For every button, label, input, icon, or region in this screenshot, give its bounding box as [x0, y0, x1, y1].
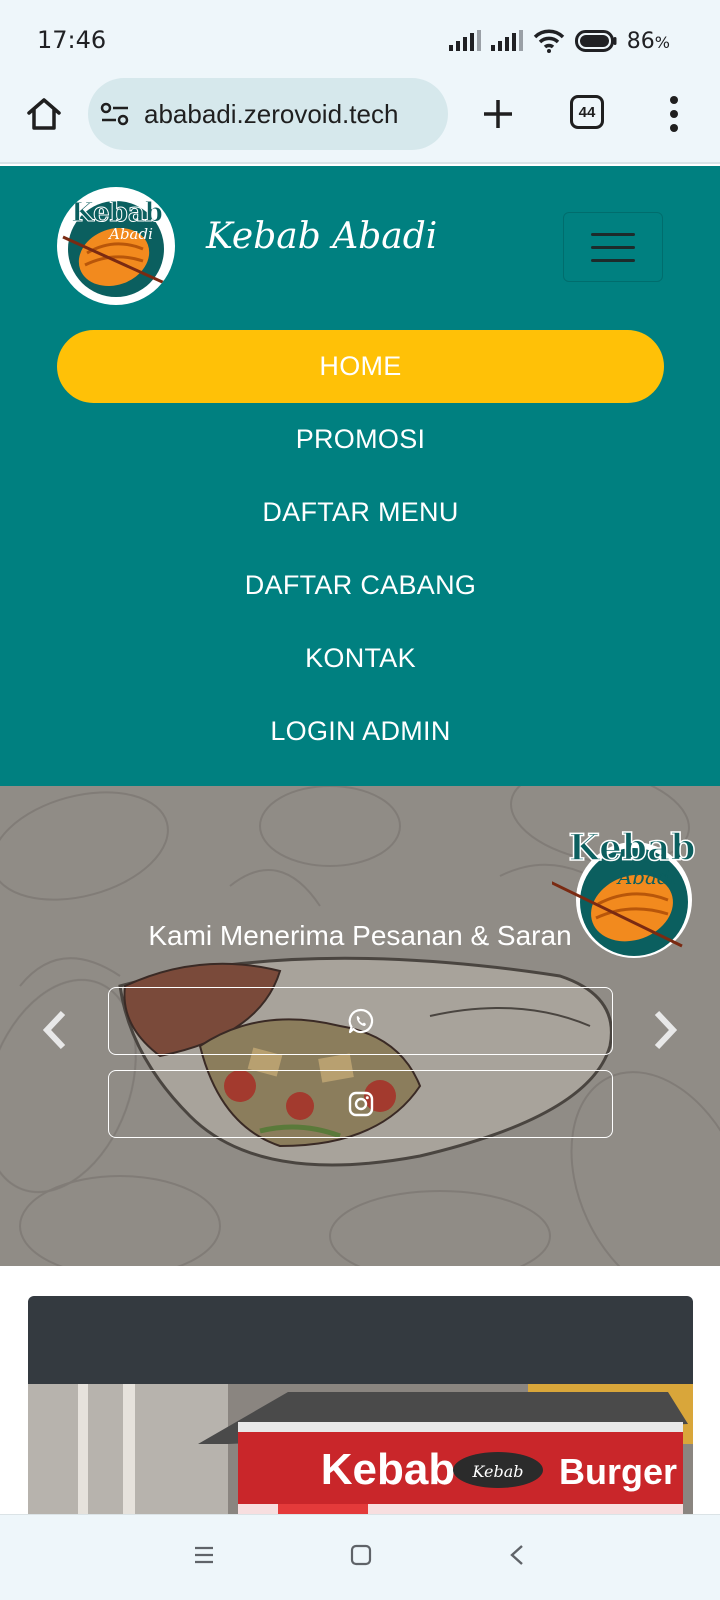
- browser-menu-button[interactable]: [660, 92, 688, 136]
- instagram-button[interactable]: [108, 1070, 613, 1138]
- navbar-toggler-button[interactable]: [563, 212, 663, 282]
- nav-item-login-admin[interactable]: LOGIN ADMIN: [57, 695, 664, 768]
- dot-icon: [670, 96, 678, 104]
- dot-icon: [670, 124, 678, 132]
- hamburger-line: [591, 258, 635, 262]
- hamburger-icon: [591, 232, 635, 236]
- dot-icon: [670, 110, 678, 118]
- battery-level: 86%: [626, 28, 670, 54]
- address-bar[interactable]: ababadi.zerovoid.tech: [88, 78, 448, 150]
- stall-sign-kebab: Kebab: [321, 1445, 455, 1494]
- browser-toolbar: ababadi.zerovoid.tech 44: [0, 78, 720, 164]
- nav-menu: HOME PROMOSI DAFTAR MENU DAFTAR CABANG K…: [57, 330, 664, 768]
- status-time: 17:46: [37, 26, 107, 54]
- hero-carousel: Kebab Abadi Kami Menerima Pesanan & Sara…: [0, 786, 720, 1266]
- instagram-icon: [348, 1091, 373, 1117]
- page: 17:46 86% ababadi.zerovoid.tech 44 Kebab…: [0, 0, 720, 1600]
- status-bar: 17:46 86%: [0, 0, 720, 78]
- home-button[interactable]: [24, 94, 64, 134]
- hamburger-line: [591, 245, 635, 249]
- nav-item-promosi[interactable]: PROMOSI: [57, 403, 664, 476]
- whatsapp-icon: [348, 1008, 373, 1034]
- home-icon: [27, 98, 61, 130]
- branch-photo: Kebab Kebab Burger: [28, 1384, 693, 1516]
- plus-icon: [484, 100, 512, 128]
- home-nav-icon[interactable]: [350, 1544, 372, 1566]
- site-navbar: Kebab Abadi Kebab Abadi HOME PROMOSI DAF…: [0, 166, 720, 786]
- nav-item-daftar-cabang[interactable]: DAFTAR CABANG: [57, 549, 664, 622]
- stall-sign-burger: Burger: [559, 1451, 677, 1492]
- chevron-right-icon: [654, 1010, 678, 1050]
- svg-text:Abadi: Abadi: [616, 865, 676, 889]
- chevron-left-icon: [42, 1010, 66, 1050]
- tab-switcher-button[interactable]: 44: [570, 95, 604, 129]
- nav-item-daftar-menu[interactable]: DAFTAR MENU: [57, 476, 664, 549]
- svg-text:Kebab: Kebab: [568, 827, 695, 869]
- battery-icon: [574, 30, 617, 52]
- kebab-stall-photo: Kebab Kebab Burger: [28, 1384, 693, 1516]
- stall-sign-badge: Kebab: [471, 1462, 523, 1481]
- logo-image: Kebab Abadi: [60, 190, 172, 302]
- kebab-abadi-logo[interactable]: Kebab Abadi: [57, 187, 175, 305]
- nav-item-kontak[interactable]: KONTAK: [57, 622, 664, 695]
- new-tab-button[interactable]: [476, 92, 520, 136]
- system-navigation-bar: [0, 1514, 720, 1600]
- branch-card: Kebab Kebab Burger: [28, 1296, 693, 1516]
- cellular-signal-icon: [448, 30, 481, 51]
- wifi-icon: [533, 29, 565, 53]
- brand-name[interactable]: Kebab Abadi: [206, 216, 437, 257]
- nav-item-home[interactable]: HOME: [57, 330, 664, 403]
- recent-apps-icon[interactable]: [193, 1545, 215, 1565]
- carousel-next-button[interactable]: [648, 1004, 684, 1056]
- hero-title: Kami Menerima Pesanan & Saran: [148, 920, 572, 951]
- carousel-prev-button[interactable]: [36, 1004, 72, 1056]
- svg-text:Kebab: Kebab: [71, 198, 163, 228]
- site-settings-button[interactable]: [98, 97, 132, 131]
- status-icons: 86%: [448, 26, 670, 56]
- url-text[interactable]: ababadi.zerovoid.tech: [144, 99, 398, 130]
- back-icon[interactable]: [508, 1543, 526, 1567]
- tune-icon: [100, 102, 129, 126]
- whatsapp-button[interactable]: [108, 987, 613, 1055]
- svg-text:Abadi: Abadi: [107, 225, 153, 243]
- cellular-signal-2-icon: [490, 30, 523, 51]
